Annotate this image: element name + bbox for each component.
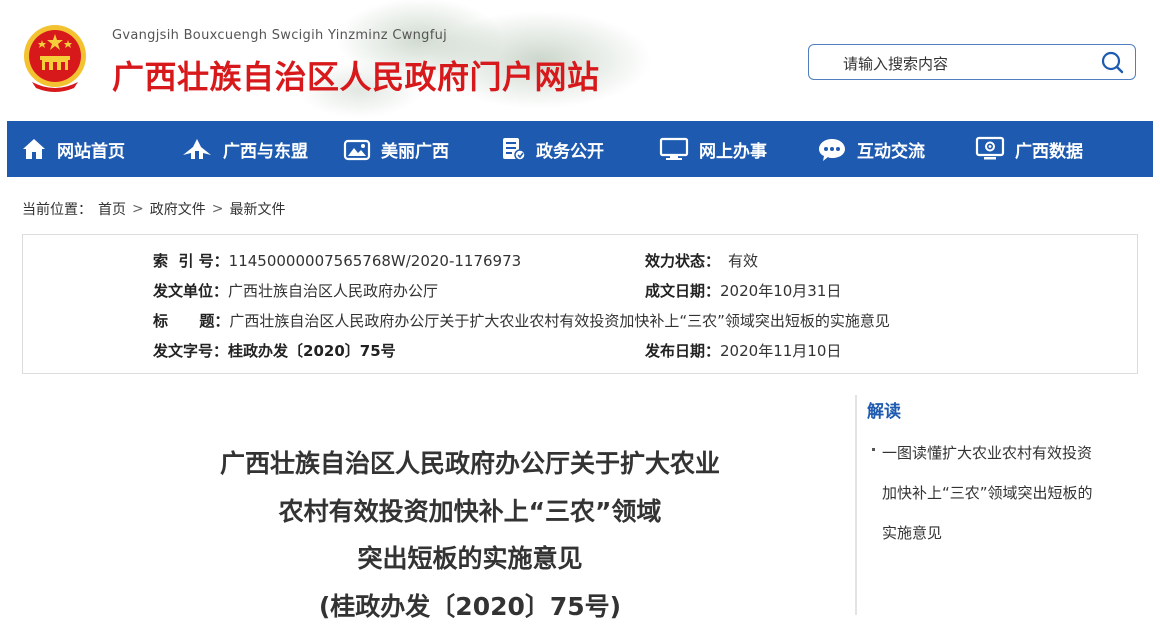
issuer-label: 发文单位： xyxy=(153,282,228,300)
site-header: Gvangjsih Bouxcuengh Swcigih Yinzminz Cw… xyxy=(0,0,1160,120)
breadcrumb-gov-docs[interactable]: 政府文件 xyxy=(150,199,206,219)
nav-item-interaction[interactable]: 互动交流 xyxy=(817,121,925,177)
landscape-icon xyxy=(343,137,371,161)
published-date-value: 2020年11月10日 xyxy=(720,342,841,360)
pavilion-icon xyxy=(181,137,213,161)
breadcrumb-prefix: 当前位置： xyxy=(22,199,92,219)
screen-data-icon xyxy=(975,136,1005,162)
nav-item-beautiful-guangxi[interactable]: 美丽广西 xyxy=(343,121,449,177)
status-label: 效力状态： xyxy=(645,252,720,270)
nav-label: 美丽广西 xyxy=(381,137,449,162)
nav-label: 网站首页 xyxy=(57,137,125,162)
published-date-row: 发布日期：2020年11月10日 xyxy=(645,340,841,361)
nav-label: 网上办事 xyxy=(699,137,767,162)
document-icon xyxy=(500,136,526,162)
article-title-line: (桂政办发〔2020〕75号) xyxy=(130,583,810,630)
chat-icon xyxy=(817,136,847,162)
breadcrumb-latest-docs[interactable]: 最新文件 xyxy=(229,199,285,219)
index-number-row: 索 引 号：11450000007565768W/2020-1176973 xyxy=(153,250,521,271)
nav-item-asean[interactable]: 广西与东盟 xyxy=(181,121,308,177)
search-input[interactable]: 请输入搜索内容 xyxy=(843,53,948,74)
national-emblem-icon xyxy=(22,22,88,94)
sidebar-heading: 解读 xyxy=(867,397,901,422)
breadcrumb-home[interactable]: 首页 xyxy=(98,199,126,219)
title-value: 广西壮族自治区人民政府办公厅关于扩大农业农村有效投资加快补上“三农”领域突出短板… xyxy=(229,312,890,330)
breadcrumb: 当前位置： 首页 > 政府文件 > 最新文件 xyxy=(22,199,285,219)
issuer-value: 广西壮族自治区人民政府办公厅 xyxy=(228,282,438,300)
article-title-line: 广西壮族自治区人民政府办公厅关于扩大农业 xyxy=(130,440,810,488)
created-date-label: 成文日期： xyxy=(645,282,720,300)
search-box[interactable]: 请输入搜索内容 xyxy=(808,44,1136,80)
nav-label: 互动交流 xyxy=(857,137,925,162)
title-label: 标 题： xyxy=(153,312,229,330)
breadcrumb-separator: > xyxy=(212,201,224,217)
title-row: 标 题：广西壮族自治区人民政府办公厅关于扩大农业农村有效投资加快补上“三农”领域… xyxy=(153,310,890,331)
nav-item-online-service[interactable]: 网上办事 xyxy=(659,121,767,177)
interpretation-link[interactable]: 一图读懂扩大农业农村有效投资加快补上“三农”领域突出短板的实施意见 xyxy=(882,433,1098,553)
published-date-label: 发布日期： xyxy=(645,342,720,360)
nav-item-home[interactable]: 网站首页 xyxy=(21,121,125,177)
site-title[interactable]: 广西壮族自治区人民政府门户网站 xyxy=(112,52,600,98)
sidebar-divider xyxy=(855,395,857,615)
document-metadata-box: 索 引 号：11450000007565768W/2020-1176973 效力… xyxy=(22,234,1138,374)
home-icon xyxy=(21,137,47,161)
nav-item-guangxi-data[interactable]: 广西数据 xyxy=(975,121,1083,177)
created-date-value: 2020年10月31日 xyxy=(720,282,841,300)
status-row: 效力状态： 有效 xyxy=(645,250,758,271)
status-value: 有效 xyxy=(728,252,758,270)
created-date-row: 成文日期：2020年10月31日 xyxy=(645,280,841,301)
article-title: 广西壮族自治区人民政府办公厅关于扩大农业 农村有效投资加快补上“三农”领域 突出… xyxy=(130,440,810,630)
index-number-value: 11450000007565768W/2020-1176973 xyxy=(229,252,522,270)
index-number-label: 索 引 号： xyxy=(153,252,229,270)
search-icon[interactable] xyxy=(1099,49,1125,75)
main-nav: 网站首页 广西与东盟 美丽广西 政务公开 网上办事 xyxy=(7,121,1153,177)
doc-number-row: 发文字号：桂政办发〔2020〕75号 xyxy=(153,340,396,361)
monitor-icon xyxy=(659,137,689,161)
nav-label: 广西数据 xyxy=(1015,137,1083,162)
breadcrumb-separator: > xyxy=(132,201,144,217)
doc-number-value: 桂政办发〔2020〕75号 xyxy=(228,342,396,360)
nav-item-gov-affairs[interactable]: 政务公开 xyxy=(500,121,604,177)
bullet-icon xyxy=(872,448,875,451)
site-subtitle: Gvangjsih Bouxcuengh Swcigih Yinzminz Cw… xyxy=(112,28,447,43)
article-title-line: 突出短板的实施意见 xyxy=(130,535,810,583)
nav-label: 广西与东盟 xyxy=(223,137,308,162)
article-title-line: 农村有效投资加快补上“三农”领域 xyxy=(130,488,810,536)
doc-number-label: 发文字号： xyxy=(153,342,228,360)
issuer-row: 发文单位：广西壮族自治区人民政府办公厅 xyxy=(153,280,438,301)
interpretation-sidebar: 解读 一图读懂扩大农业农村有效投资加快补上“三农”领域突出短板的实施意见 xyxy=(855,395,1145,615)
nav-label: 政务公开 xyxy=(536,137,604,162)
